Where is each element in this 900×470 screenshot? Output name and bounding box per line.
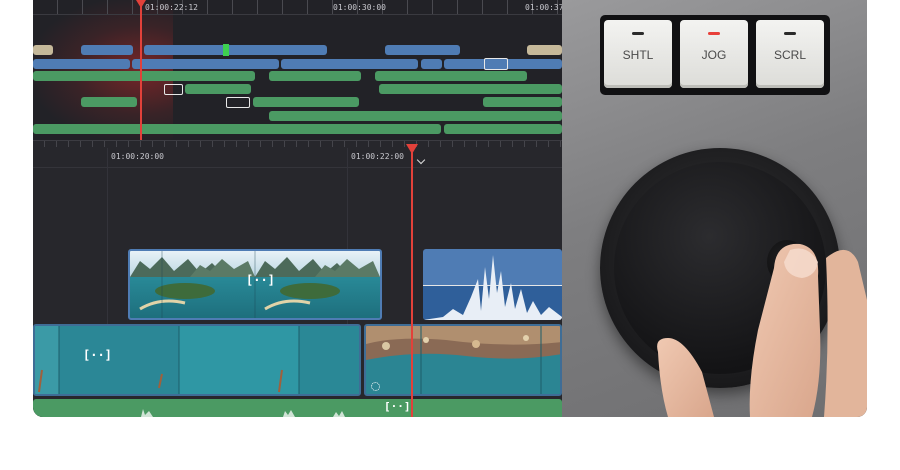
overview-timeline[interactable]: 01:00:22:12 01:00:30:00 01:00:37:1	[33, 0, 562, 144]
overview-playhead-head[interactable]	[136, 0, 146, 8]
overview-ruler[interactable]	[33, 0, 562, 15]
clip-marker-green	[223, 44, 229, 56]
clip-thumbnails	[366, 326, 560, 394]
overview-timecode: 01:00:22:12	[145, 3, 198, 12]
clip-link-icon[interactable]: [··]	[246, 273, 275, 287]
video-clip[interactable]	[421, 59, 442, 69]
waveform-shape	[423, 255, 562, 320]
audio-waveform	[141, 409, 345, 417]
audio-clip[interactable]	[253, 97, 359, 107]
video-clip[interactable]	[527, 45, 562, 55]
audio-clip[interactable]	[483, 97, 562, 107]
video-clip-lake[interactable]: [··]	[128, 249, 382, 320]
product-hero-frame: 01:00:22:12 01:00:30:00 01:00:37:1	[33, 0, 867, 417]
video-clip[interactable]	[385, 45, 460, 55]
video-clip[interactable]	[132, 59, 279, 69]
video-clip[interactable]	[33, 45, 53, 55]
audio-clip[interactable]	[269, 71, 361, 81]
audio-clip[interactable]	[33, 124, 441, 134]
overview-playhead[interactable]	[140, 0, 142, 144]
overview-timecode: 01:00:37:1	[525, 3, 562, 12]
clip-retime-icon[interactable]	[371, 382, 380, 391]
audio-clip[interactable]	[444, 124, 562, 134]
detail-timeline[interactable]: 01:00:20:00 01:00:22:00 [··] [··] [··]	[33, 140, 562, 417]
video-clip-coast[interactable]	[364, 324, 562, 396]
audio-track-bottom[interactable]: [··]	[33, 399, 562, 417]
selected-clip-marker[interactable]	[484, 58, 508, 70]
gridline	[107, 148, 108, 348]
detail-playhead-head[interactable]	[406, 144, 418, 154]
video-clip-turquoise[interactable]: [··]	[33, 324, 361, 396]
audio-clip[interactable]	[269, 111, 562, 121]
video-clip[interactable]	[81, 45, 133, 55]
operator-hand	[657, 243, 867, 417]
clip-marker[interactable]	[164, 84, 183, 95]
audio-clip[interactable]	[81, 97, 137, 107]
audio-clip[interactable]	[379, 84, 562, 94]
audio-clip[interactable]	[375, 71, 527, 81]
detail-timecode: 01:00:22:00	[351, 152, 404, 161]
clip-marker[interactable]	[226, 97, 250, 108]
detail-timecode: 01:00:20:00	[111, 152, 164, 161]
overview-timecode: 01:00:30:00	[333, 3, 386, 12]
editing-timeline: 01:00:22:12 01:00:30:00 01:00:37:1	[33, 0, 562, 417]
audio-waveform-clip[interactable]	[423, 249, 562, 320]
video-clip[interactable]	[144, 45, 327, 55]
video-clip[interactable]	[281, 59, 418, 69]
clip-link-icon[interactable]: [··]	[83, 348, 112, 362]
video-clip[interactable]	[33, 59, 130, 69]
audio-clip[interactable]	[185, 84, 251, 94]
detail-playhead[interactable]	[411, 148, 413, 417]
clip-link-icon[interactable]: [··]	[384, 400, 411, 413]
editor-keyboard-panel: SHTL JOG SCRL	[562, 0, 867, 417]
playhead-glow	[33, 0, 173, 140]
audio-clip[interactable]	[33, 71, 255, 81]
